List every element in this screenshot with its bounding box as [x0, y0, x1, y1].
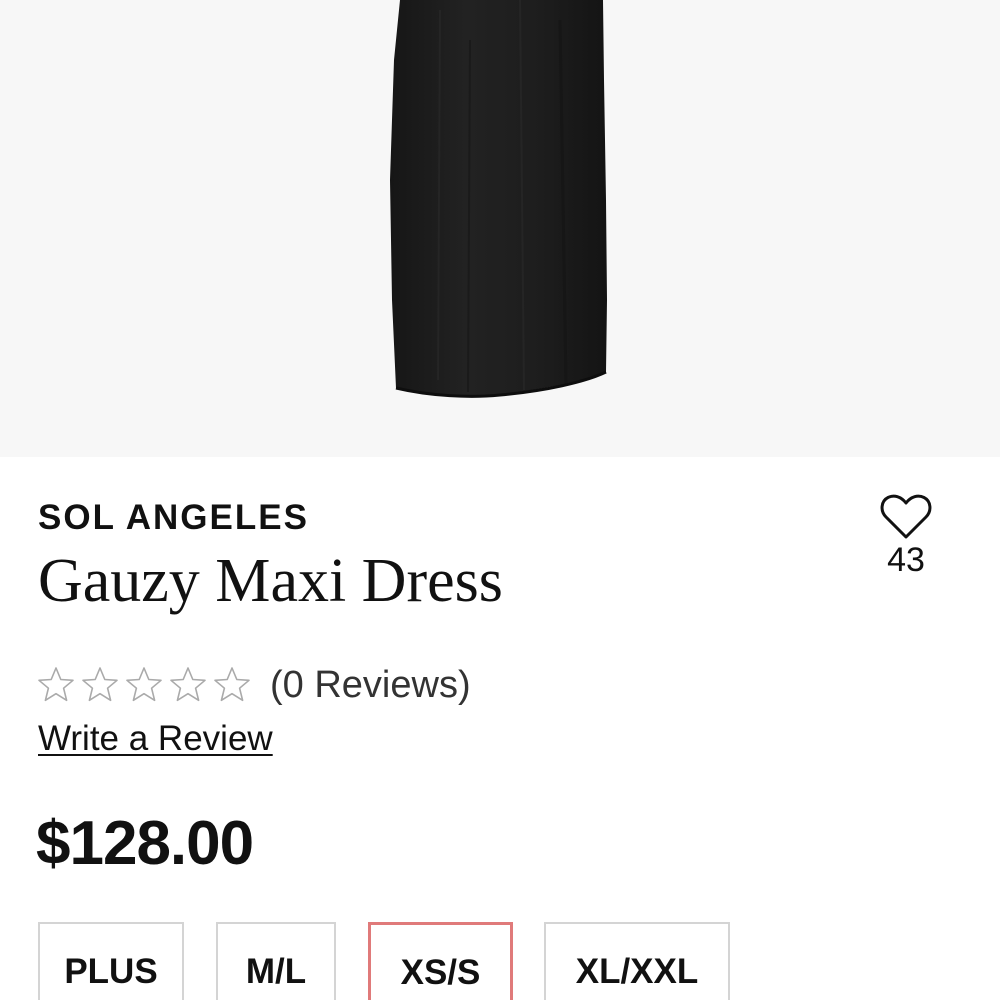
size-option-m-l[interactable]: M/L: [216, 922, 336, 1000]
star-rating[interactable]: [36, 665, 256, 705]
star-outline-icon: [214, 667, 250, 702]
size-option-xs-s[interactable]: XS/S: [368, 922, 513, 1000]
favorite-count: 43: [887, 541, 925, 579]
brand-name[interactable]: SOL ANGELES: [38, 498, 309, 538]
write-review-link[interactable]: Write a Review: [38, 718, 273, 760]
reviews-count[interactable]: (0 Reviews): [270, 664, 471, 707]
star-outline-icon: [126, 667, 162, 702]
dress-image: [390, 0, 607, 398]
star-outline-icon: [170, 667, 206, 702]
star-outline-icon: [38, 667, 74, 702]
favorite-button[interactable]: 43: [870, 494, 942, 589]
star-outline-icon: [82, 667, 118, 702]
product-page: SOL ANGELES Gauzy Maxi Dress 43 (0 Revie…: [0, 0, 1000, 1000]
product-title: Gauzy Maxi Dress: [38, 547, 503, 615]
size-option-xl-xxl[interactable]: XL/XXL: [544, 922, 730, 1000]
product-image[interactable]: [0, 0, 1000, 457]
rating-row: (0 Reviews): [36, 660, 471, 710]
size-option-plus[interactable]: PLUS: [38, 922, 184, 1000]
heart-outline-icon: [880, 494, 932, 539]
product-price: $128.00: [36, 809, 254, 878]
